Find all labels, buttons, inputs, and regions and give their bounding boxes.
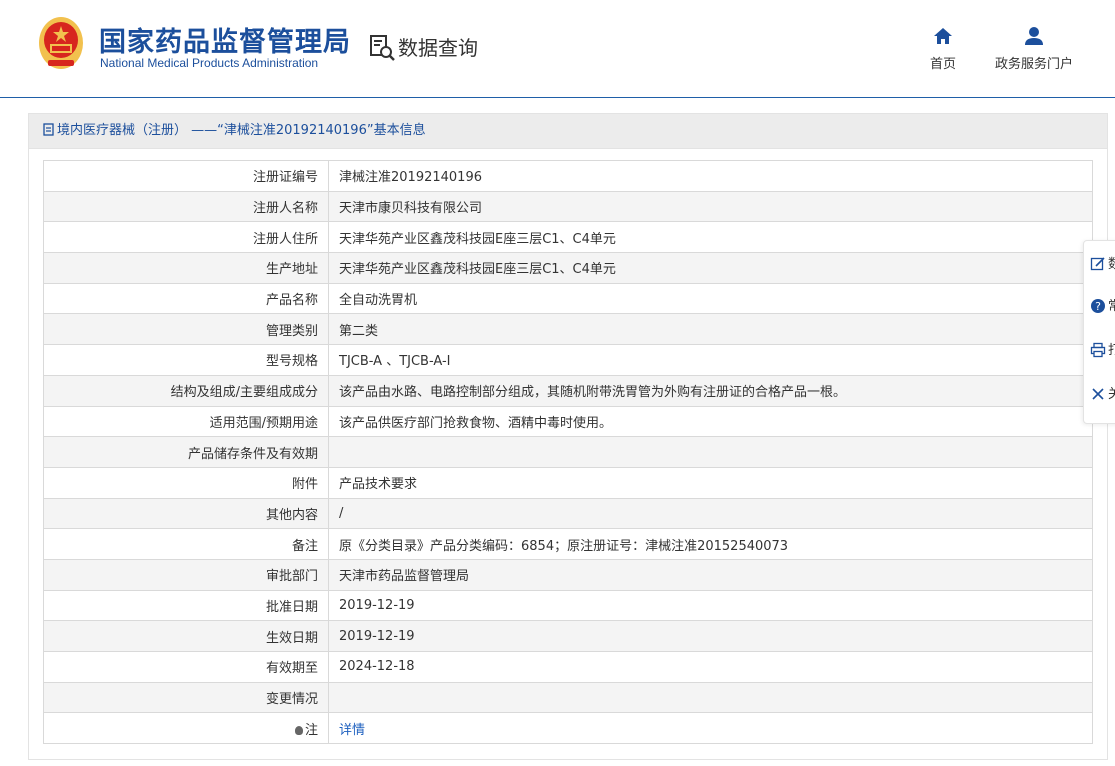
table-row: 其他内容 / <box>43 497 1093 530</box>
nav-home-label: 首页 <box>929 57 956 72</box>
national-emblem-icon <box>39 17 83 69</box>
field-value: 2019-12-19 <box>328 620 1093 652</box>
field-value: / <box>328 497 1093 530</box>
table-row: 生产地址 天津华苑产业区鑫茂科技园E座三层C1、C4单元 <box>43 252 1093 284</box>
detail-panel: 境内医疗器械（注册） ——“津械注准20192140196”基本信息 注册证编号… <box>28 113 1108 760</box>
field-label: 型号规格 <box>43 344 329 376</box>
table-row: 产品名称 全自动洗胃机 <box>43 282 1093 315</box>
field-label: 注册人住所 <box>43 221 329 254</box>
field-label: 生产地址 <box>43 252 329 284</box>
table-row: 有效期至 2024-12-18 <box>43 651 1093 683</box>
table-row: 附件 产品技术要求 <box>43 466 1093 499</box>
edit-icon <box>1090 257 1105 271</box>
field-value-note: 详情 <box>328 712 1093 745</box>
field-value: 该产品供医疗部门抢救食物、酒精中毒时使用。 <box>328 405 1093 438</box>
field-label-note: 注 <box>43 712 329 745</box>
side-print-button[interactable]: 打 <box>1090 339 1115 363</box>
table-row: 注册人住所 天津华苑产业区鑫茂科技园E座三层C1、C4单元 <box>43 221 1093 254</box>
field-label: 产品名称 <box>43 282 329 315</box>
document-icon <box>43 123 54 136</box>
field-value: 全自动洗胃机 <box>328 282 1093 315</box>
panel-title-bar: 境内医疗器械（注册） ——“津械注准20192140196”基本信息 <box>29 114 1107 149</box>
panel-title: 境内医疗器械（注册） ——“津械注准20192140196”基本信息 <box>57 123 426 138</box>
table-row: 审批部门 天津市药品监督管理局 <box>43 558 1093 591</box>
data-query-icon <box>370 35 395 61</box>
field-label: 适用范围/预期用途 <box>43 405 329 438</box>
field-value: 天津华苑产业区鑫茂科技园E座三层C1、C4单元 <box>328 221 1093 254</box>
nav-home-link[interactable]: 首页 <box>922 25 964 72</box>
field-value: 2024-12-18 <box>328 651 1093 683</box>
table-row: 备注 原《分类目录》产品分类编码：6854；原注册证号：津械注准201525400… <box>43 528 1093 560</box>
field-value: 天津华苑产业区鑫茂科技园E座三层C1、C4单元 <box>328 252 1093 284</box>
help-icon: ? <box>1091 299 1105 313</box>
svg-text:?: ? <box>1095 300 1101 313</box>
print-icon <box>1090 342 1106 358</box>
field-value: 第二类 <box>328 313 1093 346</box>
field-value: 产品技术要求 <box>328 466 1093 499</box>
user-icon <box>1025 27 1043 45</box>
field-value: 津械注准20192140196 <box>328 160 1093 192</box>
table-row: 批准日期 2019-12-19 <box>43 589 1093 622</box>
table-row: 生效日期 2019-12-19 <box>43 620 1093 652</box>
field-label: 变更情况 <box>43 681 329 714</box>
side-close-label: 关 <box>1108 387 1115 402</box>
table-row: 管理类别 第二类 <box>43 313 1093 346</box>
side-edit-button[interactable]: 数 <box>1090 253 1115 277</box>
field-value <box>328 681 1093 714</box>
field-label: 管理类别 <box>43 313 329 346</box>
side-help-button[interactable]: ? 常 <box>1090 295 1115 319</box>
field-label: 产品储存条件及有效期 <box>43 436 329 468</box>
field-label: 附件 <box>43 466 329 499</box>
field-label: 审批部门 <box>43 558 329 591</box>
close-icon <box>1092 388 1104 400</box>
side-toolbar: 数 ? 常 打 关 <box>1083 240 1115 424</box>
field-value <box>328 436 1093 468</box>
table-row: 变更情况 <box>43 681 1093 714</box>
field-value: 原《分类目录》产品分类编码：6854；原注册证号：津械注准20152540073 <box>328 528 1093 560</box>
field-label: 生效日期 <box>43 620 329 652</box>
note-label: 注 <box>304 722 318 738</box>
field-label: 批准日期 <box>43 589 329 622</box>
field-label: 其他内容 <box>43 497 329 530</box>
home-icon <box>934 28 952 44</box>
details-link[interactable]: 详情 <box>339 723 365 738</box>
side-edit-label: 数 <box>1108 257 1115 272</box>
data-query-title: 数据查询 <box>398 36 478 60</box>
device-info-table: 注册证编号 津械注准20192140196 注册人名称 天津市康贝科技有限公司 注册人住… <box>43 160 1093 745</box>
side-help-label: 常 <box>1108 299 1115 314</box>
field-label: 有效期至 <box>43 651 329 683</box>
table-row: 型号规格 TJCB-A 、TJCB-A-I <box>43 344 1093 376</box>
field-value: 该产品由水路、电路控制部分组成，其随机附带洗胃管为外购有注册证的合格产品一根。 <box>328 374 1093 407</box>
field-label: 注册人名称 <box>43 190 329 223</box>
field-value: 天津市康贝科技有限公司 <box>328 190 1093 223</box>
field-value: 天津市药品监督管理局 <box>328 558 1093 591</box>
field-label: 备注 <box>43 528 329 560</box>
table-row-note: 注 详情 <box>43 712 1093 745</box>
table-row: 注册人名称 天津市康贝科技有限公司 <box>43 190 1093 223</box>
site-header: 国家药品监督管理局 National Medical Products Admi… <box>0 0 1115 98</box>
field-value: 2019-12-19 <box>328 589 1093 622</box>
nav-portal-label: 政务服务门户 <box>994 57 1073 72</box>
side-print-label: 打 <box>1108 343 1115 358</box>
side-close-button[interactable]: 关 <box>1090 383 1115 407</box>
nav-portal-link[interactable]: 政务服务门户 <box>990 25 1078 72</box>
field-value: TJCB-A 、TJCB-A-I <box>328 344 1093 376</box>
table-row: 结构及组成/主要组成成分 该产品由水路、电路控制部分组成，其随机附带洗胃管为外购有… <box>43 374 1093 407</box>
brand-title-en: National Medical Products Administration <box>100 56 319 70</box>
bulb-icon <box>294 725 303 735</box>
table-row: 适用范围/预期用途 该产品供医疗部门抢救食物、酒精中毒时使用。 <box>43 405 1093 438</box>
table-row: 注册证编号 津械注准20192140196 <box>43 160 1093 192</box>
field-label: 结构及组成/主要组成成分 <box>43 374 329 407</box>
table-row: 产品储存条件及有效期 <box>43 436 1093 468</box>
field-label: 注册证编号 <box>43 160 329 192</box>
brand-title-cn: 国家药品监督管理局 <box>99 27 351 58</box>
